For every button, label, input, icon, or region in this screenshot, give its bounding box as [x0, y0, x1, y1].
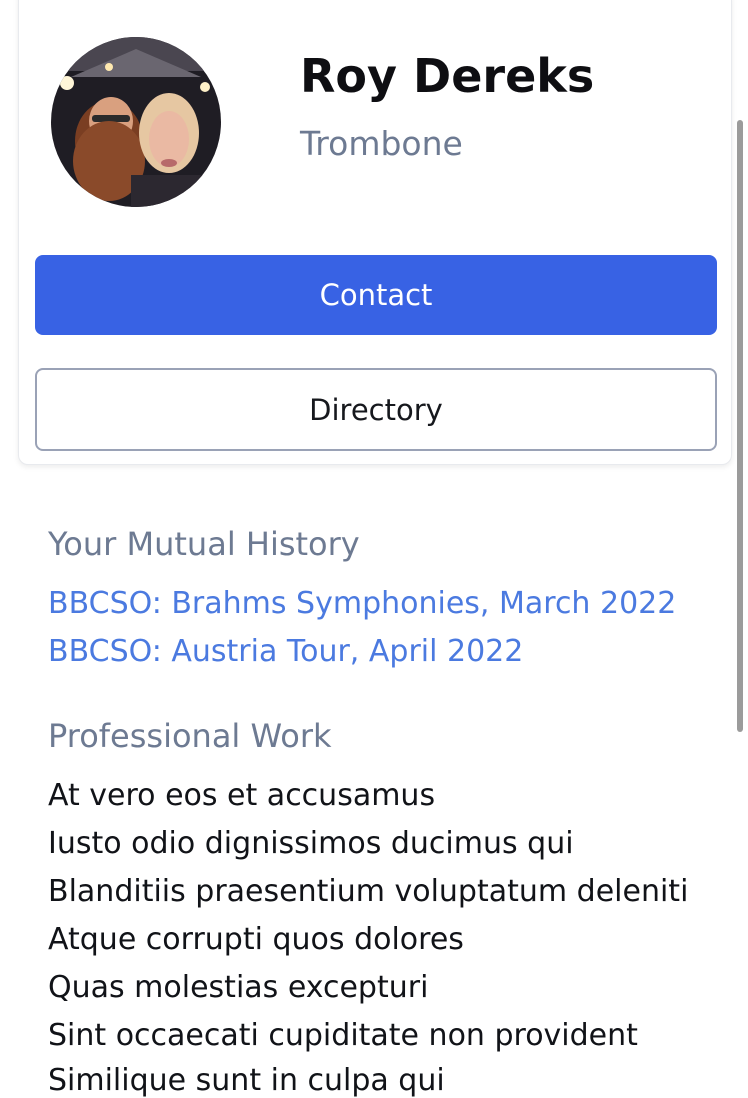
profile-name: Roy Dereks: [300, 49, 595, 103]
avatar-photo: [51, 37, 221, 207]
scrollbar[interactable]: [737, 120, 743, 732]
profile-card: Roy Dereks Trombone Contact Directory: [18, 0, 732, 465]
work-item: Quas molestias excepturi: [48, 970, 429, 1005]
mutual-history-link[interactable]: BBCSO: Austria Tour, April 2022: [48, 637, 523, 667]
work-item: Iusto odio dignissimos ducimus qui: [48, 826, 574, 861]
work-item: Atque corrupti quos dolores: [48, 922, 464, 957]
directory-button[interactable]: Directory: [35, 368, 717, 451]
work-item: At vero eos et accusamus: [48, 778, 436, 813]
profile-role: Trombone: [300, 124, 463, 163]
professional-work-title: Professional Work: [48, 717, 332, 755]
mutual-history-link[interactable]: BBCSO: Brahms Symphonies, March 2022: [48, 589, 676, 619]
work-item: Sint occaecati cupiditate non provident: [48, 1018, 638, 1053]
avatar: [51, 37, 221, 207]
contact-button[interactable]: Contact: [35, 255, 717, 335]
mutual-history-title: Your Mutual History: [48, 525, 360, 563]
work-item: Blanditiis praesentium voluptatum deleni…: [48, 874, 689, 909]
